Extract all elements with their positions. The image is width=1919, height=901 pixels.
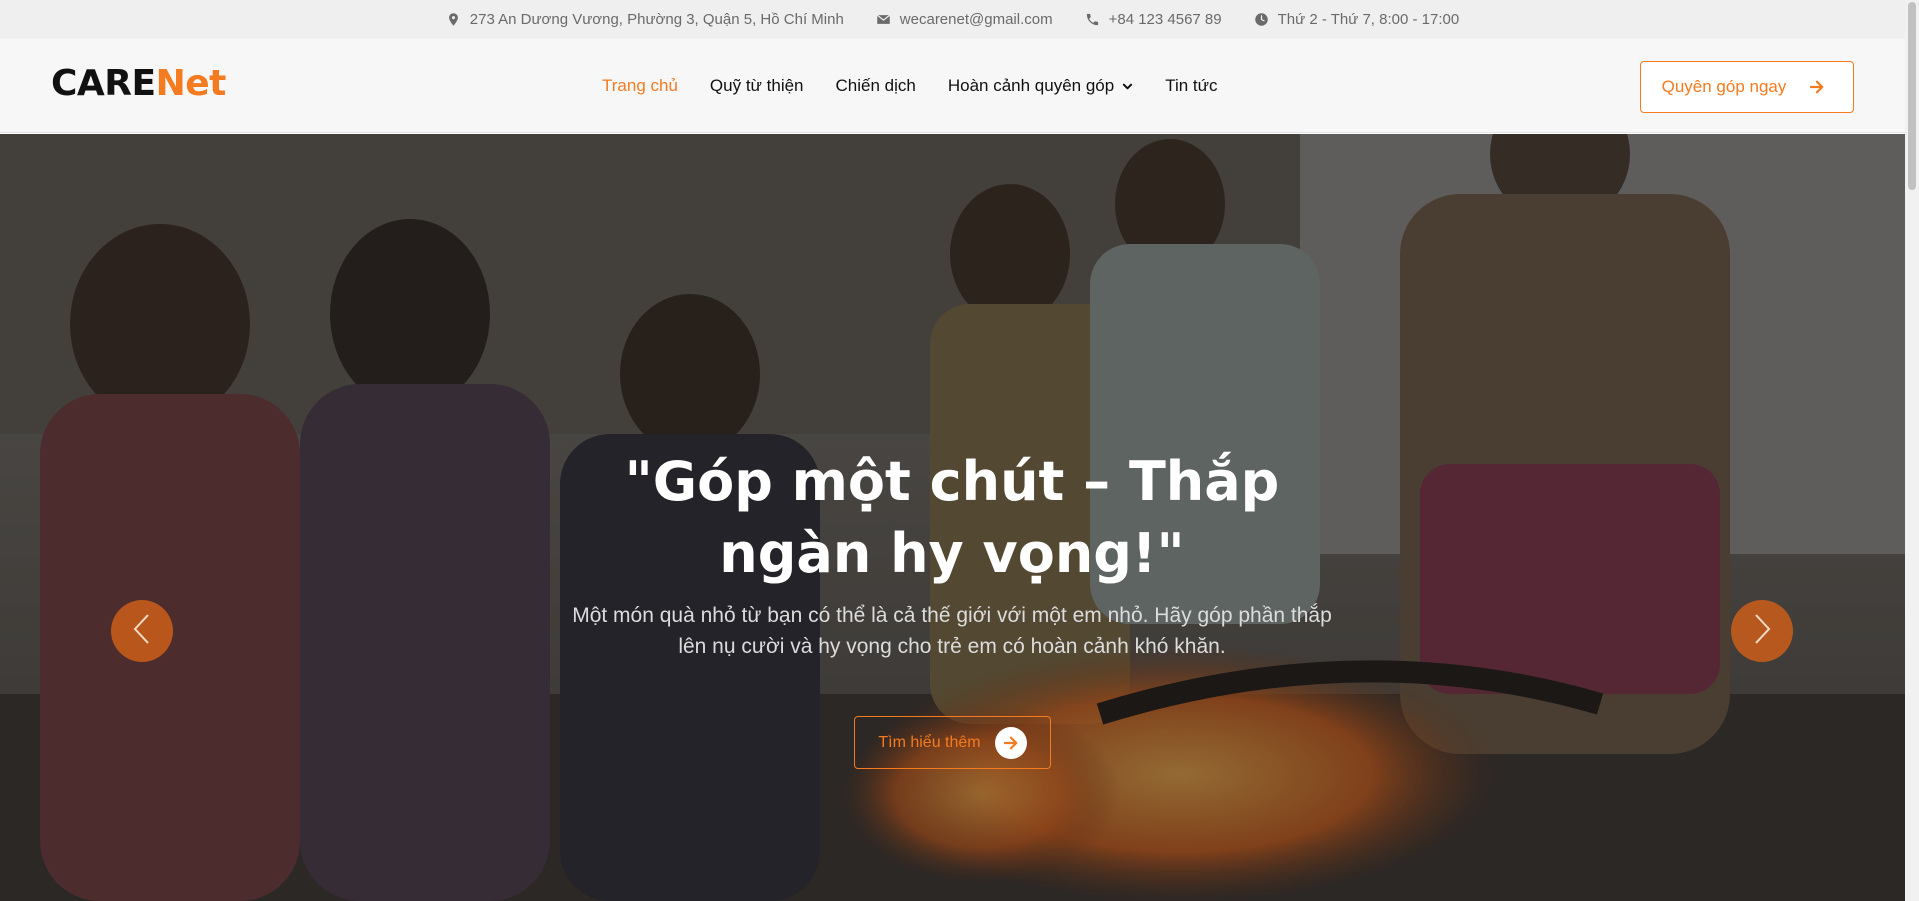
main-nav: Trang chủ Quỹ từ thiện Chiến dịch Hoàn c… (602, 39, 1218, 133)
nav-item-label: Chiến dịch (835, 76, 916, 95)
donate-now-label: Quyên góp ngay (1661, 77, 1787, 96)
chevron-left-icon (131, 612, 153, 651)
hours-text: Thứ 2 - Thứ 7, 8:00 - 17:00 (1277, 11, 1460, 28)
nav-item-donation-cases[interactable]: Hoàn cảnh quyên góp (948, 76, 1133, 96)
nav-item-news[interactable]: Tin tức (1165, 76, 1217, 96)
email-item[interactable]: wecarenet@gmail.com (876, 11, 1053, 28)
clock-icon (1254, 12, 1269, 27)
arrow-right-icon (994, 726, 1027, 759)
main-header: CARENet Trang chủ Quỹ từ thiện Chiến dịc… (0, 39, 1905, 133)
hero-title: "Góp một chút – Thắp ngàn hy vọng!" (624, 450, 1280, 585)
nav-item-home[interactable]: Trang chủ (602, 76, 678, 96)
nav-item-label: Hoàn cảnh quyên góp (947, 76, 1115, 95)
donate-now-button[interactable]: Quyên góp ngay (1640, 61, 1854, 113)
nav-item-label: Tin tức (1165, 76, 1218, 95)
hero-carousel: "Góp một chút – Thắp ngàn hy vọng!" Một … (0, 134, 1905, 901)
hero-subtitle: Một món quà nhỏ từ bạn có thể là cả thế … (572, 604, 1332, 658)
logo-accent-text: Net (155, 63, 227, 104)
nav-item-campaigns[interactable]: Chiến dịch (836, 76, 916, 96)
nav-item-label: Trang chủ (602, 76, 678, 95)
learn-more-button[interactable]: Tìm hiểu thêm (854, 716, 1051, 769)
address-text: 273 An Dương Vương, Phường 3, Quận 5, Hồ… (469, 11, 844, 28)
learn-more-label: Tìm hiểu thêm (878, 733, 981, 751)
email-text[interactable]: wecarenet@gmail.com (900, 11, 1053, 28)
nav-item-label: Quỹ từ thiện (709, 76, 804, 95)
top-info-bar: 273 An Dương Vương, Phường 3, Quận 5, Hồ… (0, 0, 1905, 39)
site-logo[interactable]: CARENet (51, 63, 226, 104)
envelope-icon (876, 12, 891, 27)
logo-primary-text: CARE (51, 63, 156, 104)
phone-icon (1085, 12, 1100, 27)
scrollbar-thumb[interactable] (1908, 2, 1916, 190)
address-item: 273 An Dương Vương, Phường 3, Quận 5, Hồ… (446, 11, 844, 28)
page-scrollbar[interactable] (1905, 0, 1919, 901)
chevron-right-icon (1751, 612, 1773, 651)
nav-item-charity-fund[interactable]: Quỹ từ thiện (710, 76, 804, 96)
hours-item: Thứ 2 - Thứ 7, 8:00 - 17:00 (1254, 11, 1460, 28)
chevron-down-icon (1122, 81, 1133, 92)
carousel-next-button[interactable] (1731, 600, 1793, 662)
phone-text[interactable]: +84 123 4567 89 (1109, 11, 1222, 28)
page: 273 An Dương Vương, Phường 3, Quận 5, Hồ… (0, 0, 1919, 901)
phone-item[interactable]: +84 123 4567 89 (1085, 11, 1222, 28)
carousel-prev-button[interactable] (111, 600, 173, 662)
map-pin-icon (446, 12, 461, 27)
arrow-right-icon (1802, 72, 1833, 102)
